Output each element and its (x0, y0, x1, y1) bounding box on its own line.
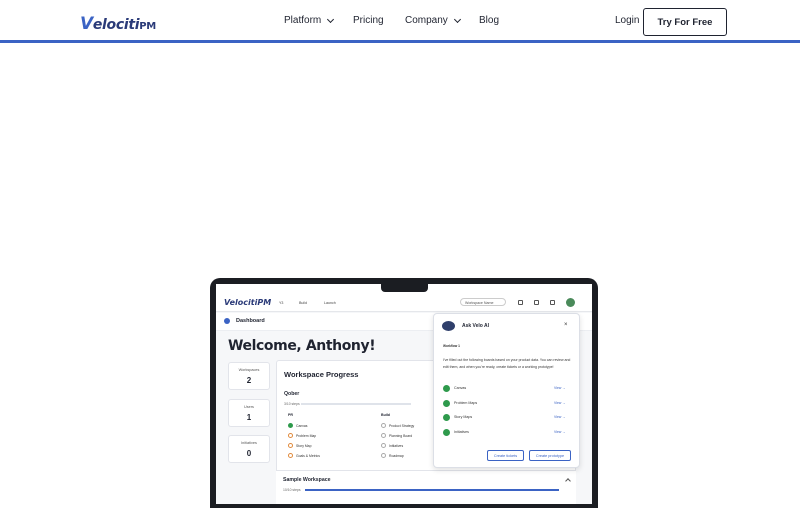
nav-blog[interactable]: Blog (479, 15, 499, 26)
logo-suffix: PM (139, 21, 156, 32)
ask-velo-ai-panel: Ask Velo AI × Workflow 1 I've filled out… (433, 313, 580, 468)
check-icon (443, 400, 450, 407)
stat-initiatives: Initiatives 0 (228, 435, 270, 463)
crumb-item: Build (299, 301, 307, 305)
sample-workspace-row: Sample Workspace 10/10 steps (276, 470, 576, 504)
login-link[interactable]: Login (615, 15, 639, 26)
crumb-item: Y3 (279, 301, 284, 305)
top-nav: VelocitiPM Platform Pricing Company Blog… (0, 0, 800, 43)
workspace-progress-bar (305, 489, 559, 491)
avatar (566, 298, 575, 307)
progress-title: Workspace Progress (284, 370, 359, 379)
stat-users: Users 1 (228, 399, 270, 427)
dashboard-icon (224, 318, 230, 324)
pending-icon (288, 433, 293, 438)
app-screenshot: VelocitiPM Y3 Build Launch Workspace Nam… (216, 284, 592, 504)
column-header: Build (381, 413, 390, 417)
task-item: Planning Board (381, 433, 412, 438)
try-for-free-button[interactable]: Try For Free (643, 8, 727, 36)
check-icon (443, 414, 450, 421)
workspace-name: Sample Workspace (283, 477, 331, 483)
task-item: Goals & Metrics (288, 453, 320, 458)
todo-icon (381, 433, 386, 438)
pending-icon (288, 453, 293, 458)
ai-result-row: Story Maps View → (443, 413, 569, 422)
nav-company[interactable]: Company (405, 15, 461, 26)
velocitipm-logo[interactable]: VelocitiPM (80, 14, 156, 34)
ai-message: I've filled out the following boards bas… (443, 358, 571, 369)
pending-icon (288, 443, 293, 448)
workspace-steps: 10/10 steps (283, 488, 301, 492)
ai-result-row: Initiatives View → (443, 428, 569, 437)
task-item: Problem Map (288, 433, 316, 438)
crumb-item: Launch (324, 301, 336, 305)
todo-icon (381, 443, 386, 448)
settings-icon (550, 300, 555, 305)
doc-icon (518, 300, 523, 305)
dashboard-label: Dashboard (236, 318, 265, 324)
create-tickets-button: Create tickets (487, 450, 524, 461)
todo-icon (381, 453, 386, 458)
create-prototype-button: Create prototype (529, 450, 571, 461)
close-icon: × (564, 322, 568, 328)
welcome-heading: Welcome, Anthony! (228, 338, 376, 354)
nav-platform[interactable]: Platform (284, 15, 335, 26)
nav-pricing[interactable]: Pricing (353, 15, 384, 26)
workspace-name: Qober (284, 391, 300, 397)
logo-v-mark: V (80, 14, 93, 34)
laptop-camera-notch (381, 282, 428, 292)
workspace-steps: 3/10 steps (284, 402, 300, 406)
workflow-select: Workflow 1 (443, 344, 460, 348)
check-icon (443, 385, 450, 392)
print-icon (534, 300, 539, 305)
task-item: Initiatives (381, 443, 403, 448)
column-header: PR (288, 413, 293, 417)
task-item: Story Map (288, 443, 311, 448)
workspace-select: Workspace Name (460, 298, 506, 306)
chevron-up-icon (565, 478, 571, 484)
workspace-progress-bar (301, 403, 411, 405)
chevron-down-icon (453, 15, 461, 23)
chevron-down-icon (327, 15, 335, 23)
check-icon (443, 429, 450, 436)
todo-icon (381, 423, 386, 428)
ai-panel-title: Ask Velo AI (462, 323, 490, 329)
ai-result-row: Problem Maps View → (443, 399, 569, 408)
task-item: Roadmap (381, 453, 404, 458)
stat-workspaces: Workspaces 2 (228, 362, 270, 390)
ai-result-row: Canvas View → (443, 384, 569, 393)
task-item: Canvas (288, 423, 308, 428)
app-logo: VelocitiPM (224, 298, 272, 307)
check-icon (288, 423, 293, 428)
task-item: Product Strategy (381, 423, 414, 428)
ai-avatar (442, 321, 455, 331)
